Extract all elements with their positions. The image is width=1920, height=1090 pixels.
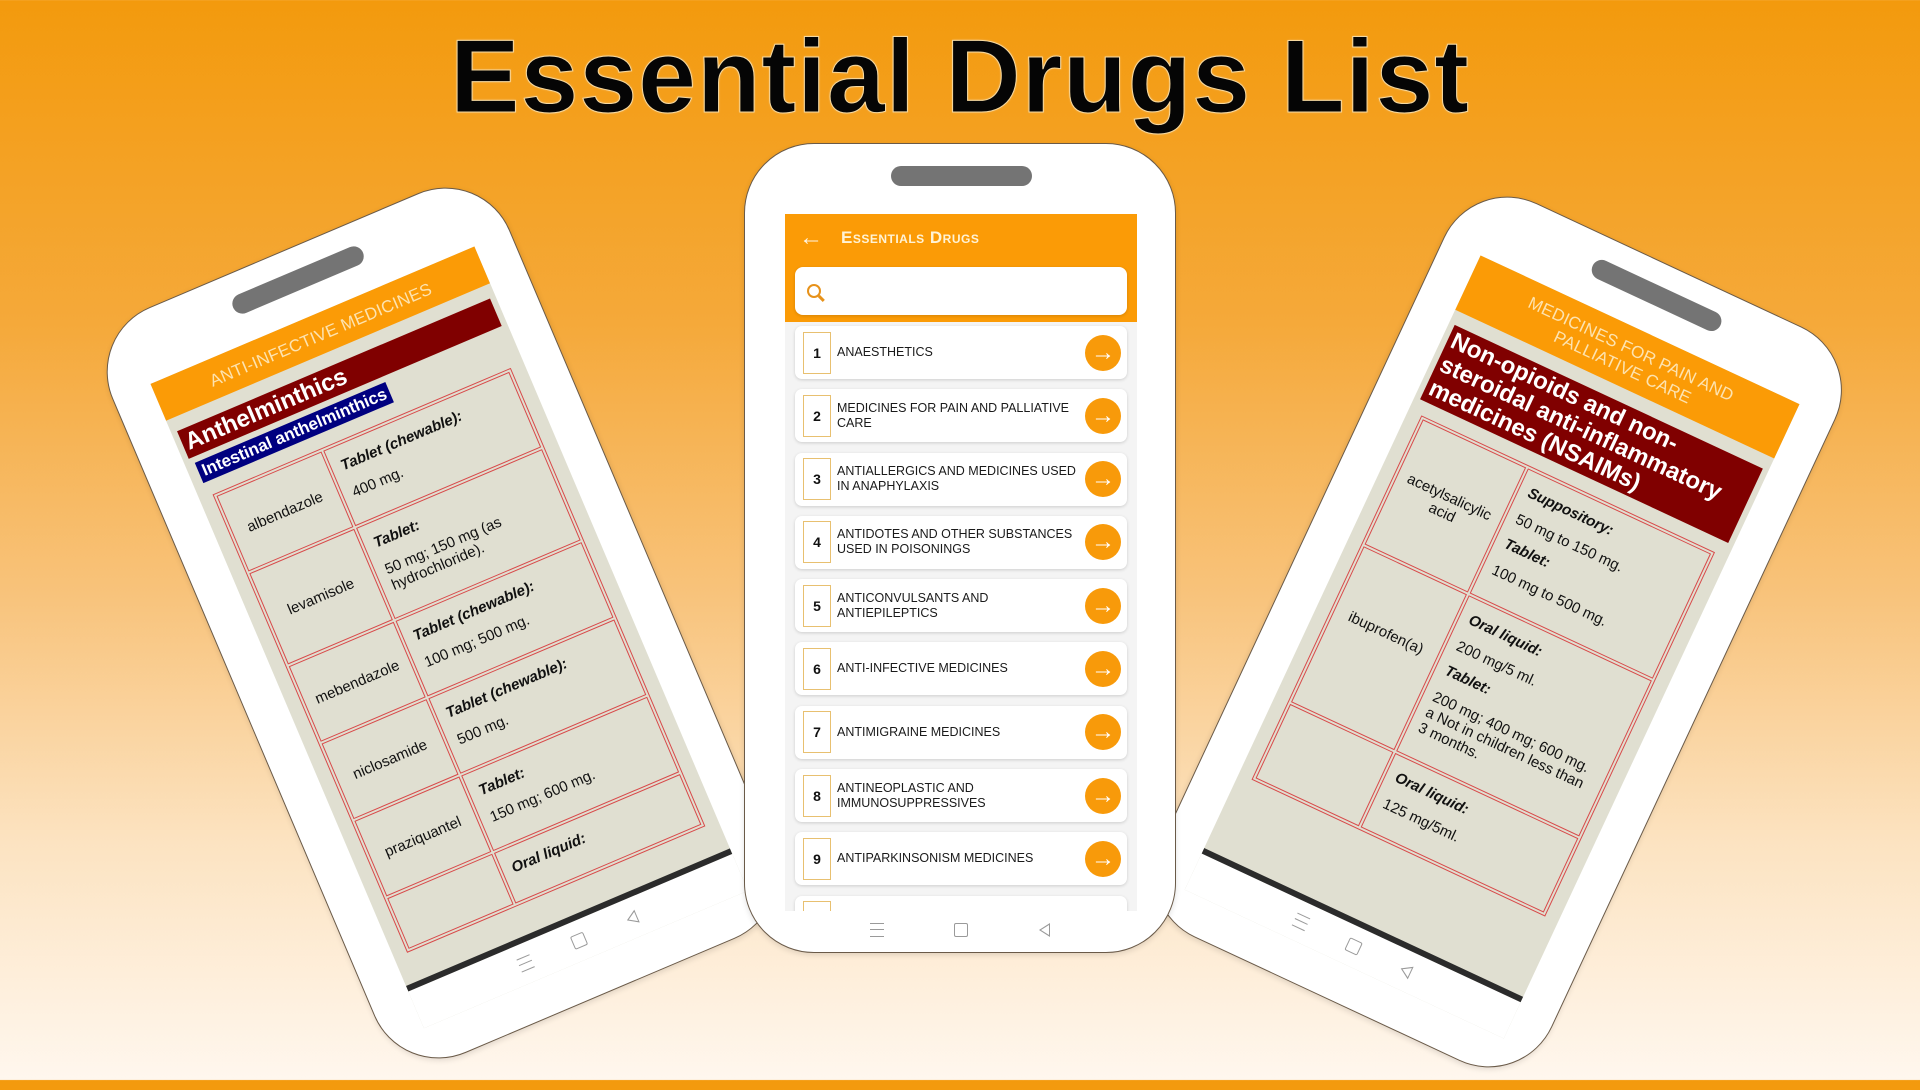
item-number: 3: [803, 458, 831, 501]
item-label: ANAESTHETICS: [837, 345, 933, 359]
item-number: 1: [803, 331, 831, 374]
arrow-right-circle-icon[interactable]: →: [1085, 461, 1121, 498]
back-icon[interactable]: [1038, 923, 1050, 937]
phone-mockup-left: ANTI-INFECTIVE MEDICINES Anthelminthics …: [84, 165, 800, 1081]
phone-mockup-right: MEDICINES FOR PAIN AND PALLIATIVE CARE N…: [1131, 173, 1865, 1090]
arrow-right-circle-icon[interactable]: →: [1085, 524, 1121, 561]
item-label: MEDICINES FOR PAIN AND PALLIATIVE CARE: [837, 400, 1069, 430]
item-number: 8: [803, 774, 831, 817]
search-icon: [807, 284, 821, 298]
list-item[interactable]: 4 ANTIDOTES AND OTHER SUBSTANCES USED IN…: [795, 515, 1127, 569]
back-icon[interactable]: [1397, 961, 1414, 980]
arrow-right-circle-icon[interactable]: →: [1085, 777, 1121, 814]
item-label: ANTICONVULSANTS AND ANTIEPILEPTICS: [837, 590, 989, 620]
item-label: ANTIMIGRAINE MEDICINES: [837, 724, 1001, 739]
arrow-right-circle-icon[interactable]: →: [1085, 840, 1121, 877]
page-title: Essential Drugs List: [450, 19, 1470, 136]
menu-icon[interactable]: [516, 954, 535, 973]
item-number: 2: [803, 394, 831, 437]
drug-detail-screen: MEDICINES FOR PAIN AND PALLIATIVE CARE N…: [1184, 255, 1800, 1039]
list-item-partial[interactable]: [795, 895, 1127, 911]
app-bar-title: Essentials Drugs: [841, 228, 980, 247]
phone-mockup-center: ← Essentials Drugs 1 ANAESTHETICS → 2 ME…: [744, 143, 1176, 953]
drug-table: albendazole Tablet (chewable): 400 mg. l…: [212, 367, 706, 953]
phone-speaker: [891, 166, 1032, 186]
list-item[interactable]: 3 ANTIALLERGICS AND MEDICINES USED IN AN…: [795, 452, 1127, 506]
item-label: ANTINEOPLASTIC AND IMMUNOSUPPRESSIVES: [837, 780, 986, 810]
item-label: ANTI-INFECTIVE MEDICINES: [837, 661, 1008, 676]
list-item[interactable]: 8 ANTINEOPLASTIC AND IMMUNOSUPPRESSIVES …: [795, 769, 1127, 823]
list-item[interactable]: 7 ANTIMIGRAINE MEDICINES →: [795, 705, 1127, 759]
category-list-screen: ← Essentials Drugs 1 ANAESTHETICS → 2 ME…: [785, 214, 1137, 911]
arrow-left-icon[interactable]: ←: [799, 226, 823, 250]
arrow-right-circle-icon[interactable]: →: [1085, 587, 1121, 624]
item-number: 7: [803, 711, 831, 754]
system-nav-bar: [745, 910, 1175, 950]
menu-icon[interactable]: [870, 923, 885, 937]
back-icon[interactable]: [623, 909, 640, 927]
item-number: 4: [803, 521, 831, 564]
item-number: 9: [803, 837, 831, 880]
list-item[interactable]: 5 ANTICONVULSANTS AND ANTIEPILEPTICS →: [795, 579, 1127, 633]
item-label: ANTIDOTES AND OTHER SUBSTANCES USED IN P…: [837, 527, 1073, 557]
item-number: 5: [803, 584, 831, 627]
home-icon[interactable]: [570, 931, 589, 950]
home-icon[interactable]: [954, 923, 969, 937]
item-label: ANTIPARKINSONISM MEDICINES: [837, 851, 1034, 866]
drug-detail-screen: ANTI-INFECTIVE MEDICINES Anthelminthics …: [150, 246, 748, 1029]
menu-icon[interactable]: [1291, 912, 1311, 932]
arrow-right-circle-icon[interactable]: →: [1085, 650, 1121, 687]
item-number: 6: [803, 647, 831, 690]
list-item[interactable]: 6 ANTI-INFECTIVE MEDICINES →: [795, 642, 1127, 696]
home-icon[interactable]: [1344, 937, 1364, 956]
arrow-right-circle-icon[interactable]: →: [1085, 397, 1121, 434]
category-list: 1 ANAESTHETICS → 2 MEDICINES FOR PAIN AN…: [795, 326, 1127, 911]
arrow-right-circle-icon[interactable]: →: [1085, 334, 1121, 371]
item-label: ANTIALLERGICS AND MEDICINES USED IN ANAP…: [837, 464, 1076, 494]
list-item[interactable]: 9 ANTIPARKINSONISM MEDICINES →: [795, 832, 1127, 886]
list-item[interactable]: 1 ANAESTHETICS →: [795, 326, 1127, 379]
arrow-right-circle-icon[interactable]: →: [1085, 714, 1121, 751]
search-input[interactable]: [795, 267, 1127, 315]
list-item[interactable]: 2 MEDICINES FOR PAIN AND PALLIATIVE CARE…: [795, 389, 1127, 443]
